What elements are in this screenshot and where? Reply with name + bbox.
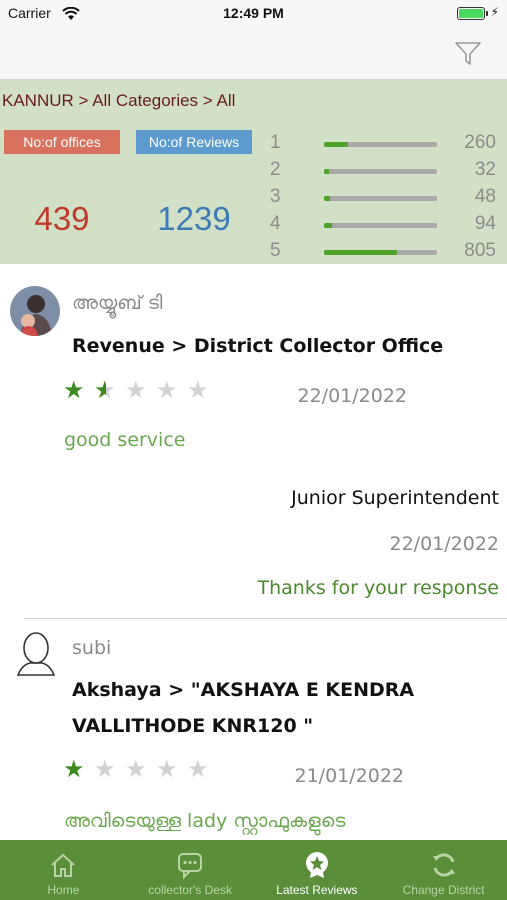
star-filled-icon: ★ xyxy=(63,376,85,404)
reviewer-name: അയ്യൂബ് ടി xyxy=(72,292,163,314)
office-path: Revenue > District Collector Office xyxy=(72,335,444,357)
star-rating: ★ ★ ★ ★ ★ xyxy=(63,378,211,402)
response-text: Thanks for your response xyxy=(257,577,500,599)
rating-star-label: 3 xyxy=(270,186,281,207)
filter-icon[interactable] xyxy=(453,38,483,68)
reviews-count: 1239 xyxy=(157,200,231,237)
rating-star-label: 1 xyxy=(270,132,281,153)
rating-bar xyxy=(324,169,437,174)
rating-count: 48 xyxy=(474,186,496,207)
tab-change-district[interactable]: Change District xyxy=(380,840,507,900)
status-bar: Carrier 12:49 PM ⚡ xyxy=(0,0,507,28)
office-path: Akshaya > "AKSHAYA E KENDRA VALLITHODE K… xyxy=(72,679,415,737)
rating-bar-fill xyxy=(324,250,398,255)
star-rating: ★ ★ ★ ★ ★ xyxy=(63,757,211,781)
clock-label: 12:49 PM xyxy=(223,5,284,21)
rating-count: 94 xyxy=(474,213,496,234)
tab-bar: Home collector's Desk Latest Reviews Cha… xyxy=(0,840,507,900)
review-text: അവിടെയുള്ള lady സ്റ്റാഫുകളുടെ xyxy=(64,810,346,832)
reviews-stat: No:of Reviews 1239 xyxy=(136,130,252,264)
avatar xyxy=(10,286,60,336)
tab-latest-reviews[interactable]: Latest Reviews xyxy=(254,840,381,900)
rating-count: 260 xyxy=(464,132,496,153)
rating-bar-fill xyxy=(324,223,332,228)
rating-row: 2 32 xyxy=(266,159,502,186)
rating-star-label: 4 xyxy=(270,213,281,234)
star-empty-icon: ★ xyxy=(156,376,178,404)
rating-bar xyxy=(324,196,437,201)
review-card[interactable]: അയ്യൂബ് ടി Revenue > District Collector … xyxy=(0,264,507,618)
reviewer-name: subi xyxy=(72,637,112,659)
tab-label: Change District xyxy=(402,883,485,897)
rating-bar xyxy=(324,142,437,147)
offices-stat: No:of offices 439 xyxy=(4,130,120,264)
rating-star-label: 5 xyxy=(270,240,281,261)
tab-label: collector's Desk xyxy=(148,883,232,897)
navigation-bar xyxy=(0,28,507,80)
rating-row: 4 94 xyxy=(266,213,502,240)
review-date: 21/01/2022 xyxy=(294,765,404,787)
response-date: 22/01/2022 xyxy=(389,533,499,555)
response-author: Junior Superintendent xyxy=(291,487,499,509)
tab-label: Home xyxy=(47,883,80,897)
refresh-icon xyxy=(429,850,459,880)
star-empty-icon: ★ xyxy=(187,755,209,783)
star-empty-icon: ★ xyxy=(94,755,116,783)
star-badge-icon xyxy=(302,850,332,880)
star-empty-icon: ★ xyxy=(125,755,147,783)
tab-collectors-desk[interactable]: collector's Desk xyxy=(127,840,254,900)
star-filled-icon: ★ xyxy=(63,755,85,783)
tab-label: Latest Reviews xyxy=(276,883,358,897)
star-half-icon: ★ xyxy=(94,378,118,402)
rating-row: 5 805 xyxy=(266,240,502,267)
reviews-label: No:of Reviews xyxy=(136,130,252,154)
rating-breakdown: 1 260 2 32 3 48 4 94 5 805 xyxy=(266,132,502,267)
review-card[interactable]: subi Akshaya > "AKSHAYA E KENDRA VALLITH… xyxy=(0,619,507,840)
battery-icon xyxy=(457,7,488,20)
rating-count: 32 xyxy=(474,159,496,180)
rating-star-label: 2 xyxy=(270,159,281,180)
review-text: good service xyxy=(64,429,186,451)
rating-bar xyxy=(324,250,437,255)
star-empty-icon: ★ xyxy=(187,376,209,404)
rating-bar xyxy=(324,223,437,228)
charging-icon: ⚡ xyxy=(490,5,499,19)
tab-home[interactable]: Home xyxy=(0,840,127,900)
summary-panel: KANNUR > All Categories > All No:of offi… xyxy=(0,80,507,264)
breadcrumb[interactable]: KANNUR > All Categories > All xyxy=(2,91,235,111)
rating-bar-fill xyxy=(324,169,329,174)
offices-count: 439 xyxy=(34,200,90,237)
chat-icon xyxy=(175,850,205,880)
user-placeholder-icon xyxy=(14,631,58,677)
rating-row: 1 260 xyxy=(266,132,502,159)
star-empty-icon: ★ xyxy=(125,376,147,404)
star-empty-icon: ★ xyxy=(156,755,178,783)
rating-row: 3 48 xyxy=(266,186,502,213)
home-icon xyxy=(48,850,78,880)
review-date: 22/01/2022 xyxy=(297,385,407,407)
rating-count: 805 xyxy=(464,240,496,261)
rating-bar-fill xyxy=(324,142,348,147)
offices-label: No:of offices xyxy=(4,130,120,154)
rating-bar-fill xyxy=(324,196,330,201)
